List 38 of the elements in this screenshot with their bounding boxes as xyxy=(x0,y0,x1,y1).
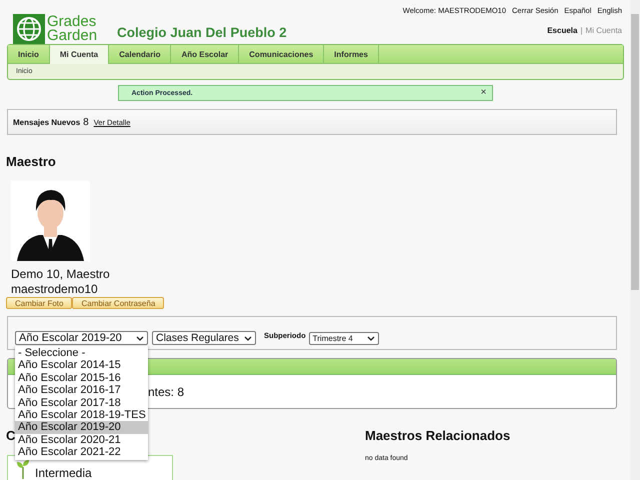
globe-logo-icon xyxy=(13,14,45,44)
caret-icon xyxy=(136,336,144,340)
dropdown-option[interactable]: Año Escolar 2015-16 xyxy=(15,372,148,384)
nav-tab[interactable]: Comunicaciones xyxy=(239,45,324,63)
caret-icon xyxy=(366,336,375,341)
class-type-select[interactable]: Clases Regulares xyxy=(152,331,256,345)
section-heading: Maestros Relacionados xyxy=(365,428,512,443)
logo-text: Garden xyxy=(47,29,98,43)
close-button[interactable]: × xyxy=(480,88,486,98)
dropdown-option[interactable]: Año Escolar 2020-21 xyxy=(15,434,148,446)
nav-tab[interactable]: Calendario xyxy=(109,45,172,63)
username: maestrodemo10 xyxy=(11,282,99,296)
nav-tab[interactable]: Mi Cuenta xyxy=(50,45,110,64)
teacher-name: Demo 10, Maestro xyxy=(11,267,111,281)
section-heading: Maestro xyxy=(6,154,57,169)
action-button[interactable]: Cambiar Foto xyxy=(6,297,72,309)
course-name: Intermedia xyxy=(35,466,92,480)
school-name: Colegio Juan Del Pueblo 2 xyxy=(117,24,287,40)
separator-text: | xyxy=(580,26,583,35)
context-link[interactable]: Escuela xyxy=(547,26,578,35)
subperiod-select[interactable]: Trimestre 4 xyxy=(308,332,379,345)
dropdown-option[interactable]: Año Escolar 2019-20 xyxy=(15,421,148,434)
caret-icon xyxy=(244,336,252,340)
scrollbar[interactable] xyxy=(630,0,640,480)
dropdown-option[interactable]: Año Escolar 2016-17 xyxy=(15,384,148,397)
dropdown-option[interactable]: Año Escolar 2018-19-TES xyxy=(15,408,148,422)
messages-label: Mensajes Nuevos xyxy=(13,118,80,126)
nav-tab[interactable]: Año Escolar xyxy=(171,45,240,63)
section-heading: C xyxy=(6,428,16,443)
dropdown-option[interactable]: Año Escolar 2017-18 xyxy=(15,396,148,409)
nav-tab[interactable]: Informes xyxy=(324,45,379,63)
summary-text: ntes: 8 xyxy=(148,385,184,399)
dropdown-option[interactable]: Año Escolar 2014-15 xyxy=(15,359,148,372)
sprout-icon xyxy=(16,459,30,479)
messages-count: 8 xyxy=(83,116,89,128)
logo-text: Grades xyxy=(47,15,98,29)
action-button[interactable]: Cambiar Contraseña xyxy=(72,297,164,309)
dropdown-option[interactable]: - Seleccione - xyxy=(15,347,148,360)
